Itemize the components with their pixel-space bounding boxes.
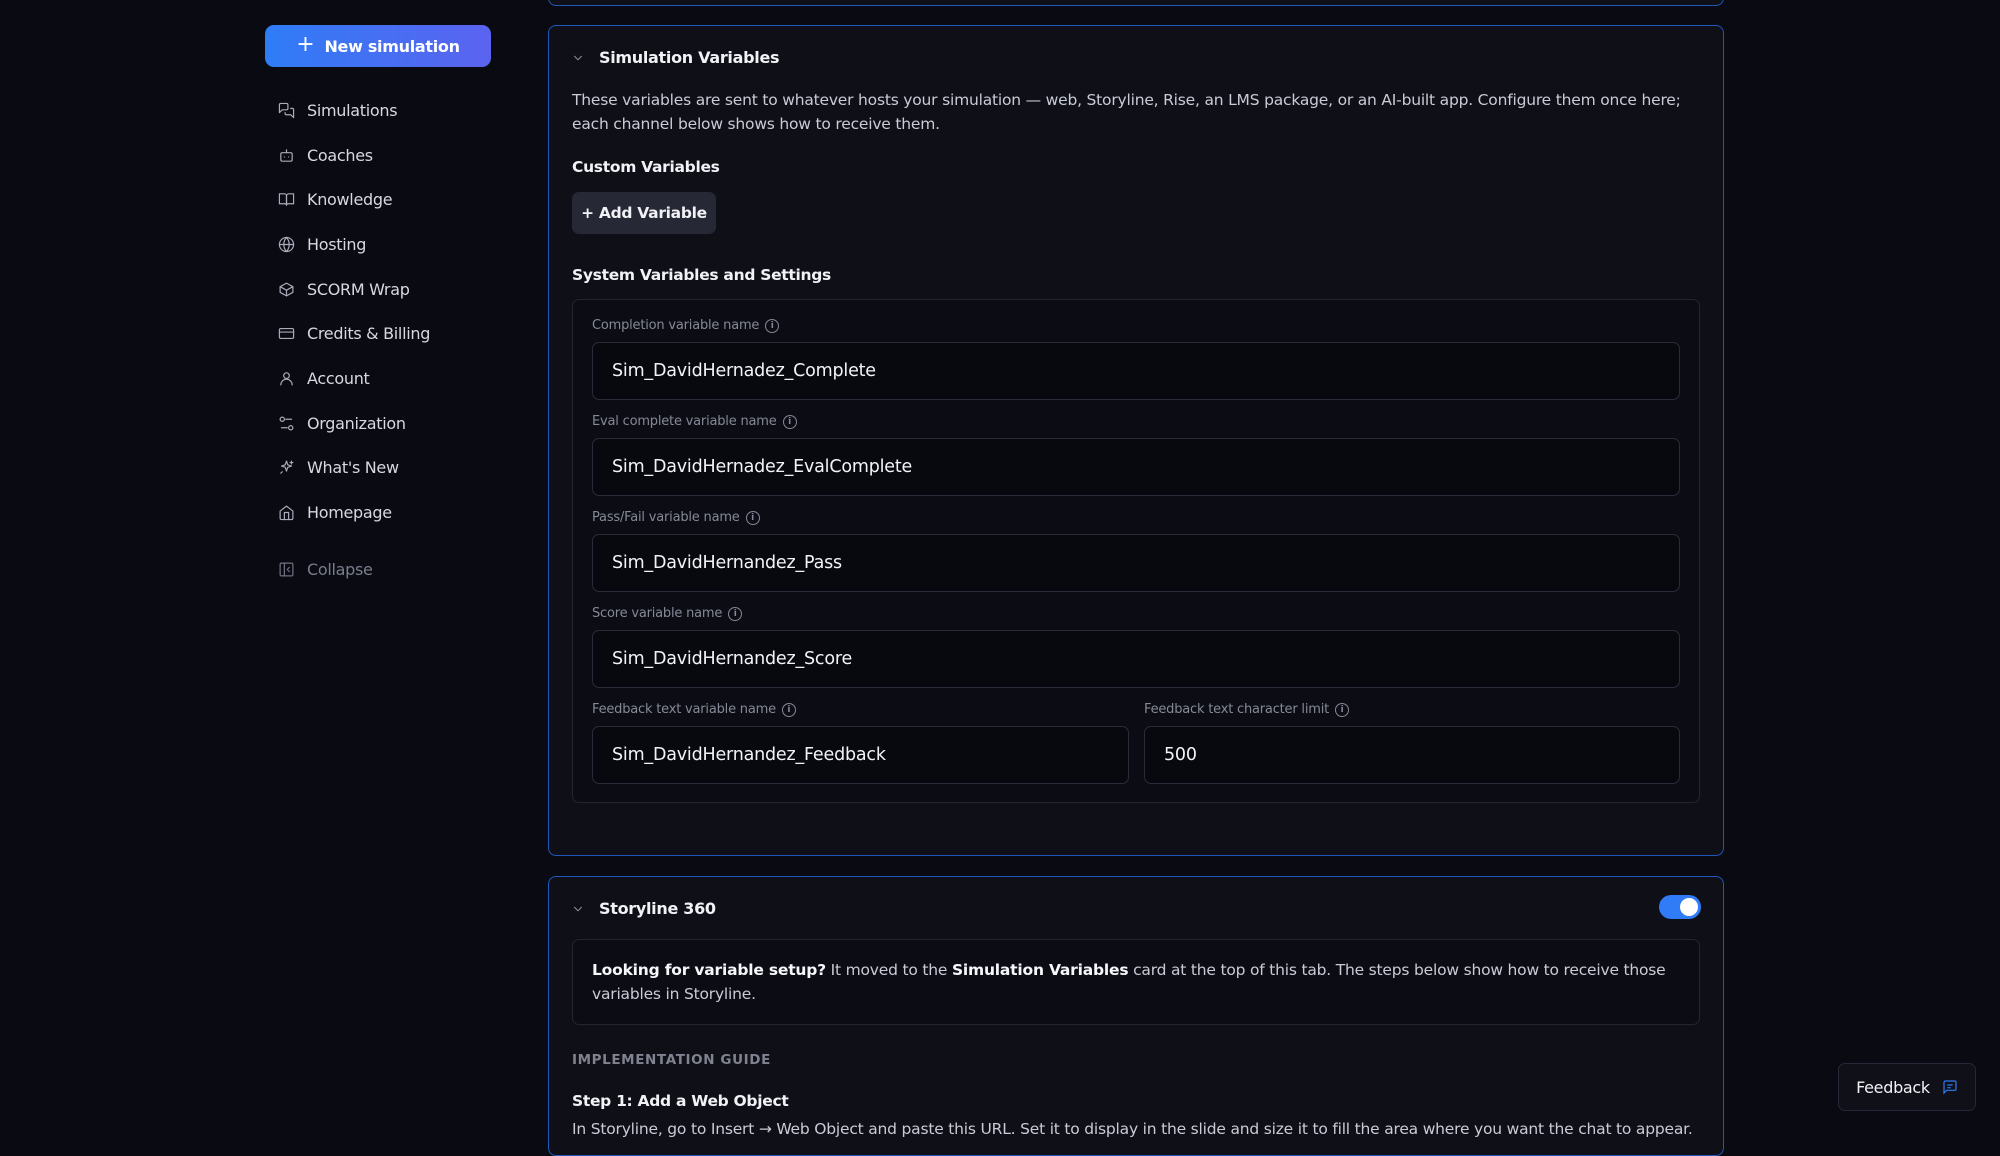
info-icon[interactable]: i — [765, 318, 780, 333]
sidebar-item-label: Hosting — [307, 234, 367, 254]
feedback-text-variable-input[interactable]: Sim_DavidHernandez_Feedback — [592, 726, 1129, 784]
score-variable-input[interactable]: Sim_DavidHernandez_Score — [592, 630, 1680, 688]
sidebar-item-credits-billing[interactable]: Credits & Billing — [278, 311, 430, 356]
eval-complete-label: Eval complete variable name i — [592, 414, 797, 429]
feedback-text-label: Feedback text variable name i — [592, 702, 796, 717]
sidebar-item-hosting[interactable]: Hosting — [278, 222, 430, 267]
system-variables-title: System Variables and Settings — [572, 266, 831, 284]
simulation-variables-description: These variables are sent to whatever hos… — [572, 91, 1681, 133]
new-simulation-label: New simulation — [324, 36, 460, 56]
info-icon[interactable]: i — [1335, 702, 1350, 717]
globe-icon — [278, 236, 295, 253]
sidebar-item-label: What's New — [307, 458, 399, 478]
collapse-label: Collapse — [307, 559, 373, 579]
toggle-knob — [1680, 898, 1698, 916]
home-icon — [279, 505, 294, 521]
step-1-text: In Storyline, go to Insert → Web Object … — [572, 1120, 1693, 1138]
sidebar-item-label: Knowledge — [307, 190, 393, 210]
sidebar-item-label: Account — [307, 368, 370, 388]
sidebar-item-label: Organization — [307, 413, 406, 433]
new-simulation-button[interactable]: + New simulation — [265, 25, 491, 67]
completion-variable-input[interactable]: Sim_DavidHernadez_Complete — [592, 342, 1680, 400]
info-icon[interactable]: i — [745, 510, 760, 525]
sidebar-item-scorm-wrap[interactable]: SCORM Wrap — [278, 267, 430, 312]
sidebar-collapse-button[interactable]: Collapse — [278, 547, 430, 592]
sidebar-nav: Simulations Coaches Knowledge Hosting SC… — [278, 88, 430, 592]
user-icon — [280, 372, 293, 386]
completion-label-text: Completion variable name — [592, 318, 760, 333]
eval-complete-variable-input[interactable]: Sim_DavidHernadez_EvalComplete — [592, 438, 1680, 496]
char-limit-label: Feedback text character limit i — [1144, 702, 1350, 717]
sidebar-item-account[interactable]: Account — [278, 356, 430, 401]
storyline-360-card: Storyline 360 Looking for variable setup… — [548, 876, 1724, 1156]
package-icon — [279, 282, 294, 297]
panel-collapse-icon — [279, 562, 294, 577]
org-icon — [279, 416, 294, 431]
feedback-label: Feedback — [1856, 1077, 1930, 1097]
sidebar-item-label: SCORM Wrap — [307, 279, 410, 299]
storyline-header[interactable]: Storyline 360 — [571, 899, 716, 918]
completion-label: Completion variable name i — [592, 318, 780, 333]
chat-icon — [278, 102, 295, 119]
simulation-variables-card: Simulation Variables These variables are… — [548, 25, 1724, 856]
implementation-guide-heading: IMPLEMENTATION GUIDE — [572, 1052, 771, 1068]
simulation-variables-header[interactable]: Simulation Variables — [571, 48, 780, 67]
info-icon[interactable]: i — [728, 606, 743, 621]
sidebar-item-whats-new[interactable]: What's New — [278, 446, 430, 491]
credit-card-icon — [278, 328, 295, 340]
sidebar-item-organization[interactable]: Organization — [278, 401, 430, 446]
variable-setup-notice: Looking for variable setup? It moved to … — [572, 939, 1700, 1025]
sidebar-item-knowledge[interactable]: Knowledge — [278, 177, 430, 222]
info-icon[interactable]: i — [781, 702, 796, 717]
custom-variables-title: Custom Variables — [572, 158, 720, 176]
notice-bold-text: Looking for variable setup? — [592, 961, 826, 979]
add-variable-button[interactable]: + Add Variable — [572, 192, 716, 234]
sidebar-item-label: Simulations — [307, 100, 398, 120]
notice-text: It moved to the — [825, 961, 952, 979]
notice-link-text: Simulation Variables — [951, 961, 1129, 979]
sidebar-item-label: Credits & Billing — [307, 324, 431, 344]
system-variables-panel: Completion variable name i Sim_DavidHern… — [572, 299, 1700, 803]
char-limit-label-text: Feedback text character limit — [1144, 702, 1330, 717]
sidebar-item-label: Homepage — [307, 503, 392, 523]
previous-card — [548, 0, 1724, 6]
info-icon[interactable]: i — [782, 414, 797, 429]
feedback-text-label-text: Feedback text variable name — [592, 702, 776, 717]
message-square-icon — [1943, 1080, 1957, 1095]
chevron-down-icon — [573, 906, 583, 911]
book-icon — [278, 193, 295, 206]
score-label: Score variable name i — [592, 606, 743, 621]
score-label-text: Score variable name — [592, 606, 723, 621]
sidebar-item-simulations[interactable]: Simulations — [278, 88, 430, 133]
feedback-button[interactable]: Feedback — [1838, 1063, 1976, 1111]
card-title: Storyline 360 — [599, 899, 716, 918]
step-1-title: Step 1: Add a Web Object — [572, 1092, 789, 1110]
chevron-down-icon — [573, 55, 583, 60]
sidebar-item-homepage[interactable]: Homepage — [278, 490, 430, 535]
sidebar: + New simulation Simulations Coaches Kno… — [0, 0, 540, 1135]
feedback-char-limit-input[interactable]: 500 — [1144, 726, 1680, 784]
pass-fail-label-text: Pass/Fail variable name — [592, 510, 740, 525]
sidebar-item-label: Coaches — [307, 145, 373, 165]
storyline-enabled-toggle[interactable] — [1659, 895, 1701, 919]
card-title: Simulation Variables — [599, 48, 780, 67]
plus-icon: + — [296, 32, 315, 57]
eval-complete-label-text: Eval complete variable name — [592, 414, 777, 429]
pass-fail-variable-input[interactable]: Sim_DavidHernandez_Pass — [592, 534, 1680, 592]
bot-icon — [280, 148, 293, 162]
pass-fail-label: Pass/Fail variable name i — [592, 510, 760, 525]
sidebar-item-coaches[interactable]: Coaches — [278, 133, 430, 178]
sparkles-icon — [280, 460, 294, 475]
